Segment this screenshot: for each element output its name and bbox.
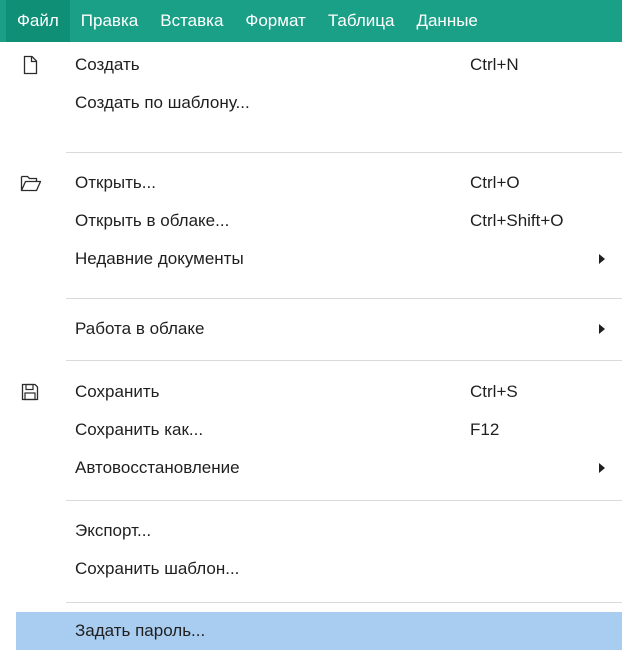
submenu-arrow-icon bbox=[599, 463, 605, 473]
menu-item-cloud-work[interactable]: Работа в облаке bbox=[0, 310, 622, 348]
menu-item-set-password[interactable]: Задать пароль... bbox=[16, 612, 622, 650]
menu-separator bbox=[66, 500, 622, 501]
menu-separator bbox=[66, 152, 622, 153]
open-folder-icon bbox=[20, 173, 42, 193]
menu-item-recent-documents[interactable]: Недавние документы bbox=[0, 240, 622, 278]
menu-item-open[interactable]: Открыть... Ctrl+O bbox=[0, 164, 622, 202]
submenu-arrow-icon bbox=[599, 324, 605, 334]
menu-item-label: Сохранить как... bbox=[75, 420, 204, 439]
menu-item-save-template[interactable]: Сохранить шаблон... bbox=[0, 550, 622, 588]
menu-item-shortcut: Ctrl+O bbox=[470, 173, 520, 192]
menu-separator bbox=[66, 602, 622, 603]
menu-item-label: Создать по шаблону... bbox=[75, 93, 250, 112]
menubar-insert[interactable]: Вставка bbox=[149, 0, 234, 42]
menu-item-label: Открыть... bbox=[75, 173, 156, 192]
menu-item-create-from-template[interactable]: Создать по шаблону... bbox=[0, 84, 622, 122]
menu-separator bbox=[66, 360, 622, 361]
menu-item-label: Сохранить bbox=[75, 382, 160, 401]
menu-bar: Файл Правка Вставка Формат Таблица Данны… bbox=[0, 0, 622, 42]
submenu-arrow-icon bbox=[599, 254, 605, 264]
menu-item-shortcut: Ctrl+N bbox=[470, 55, 519, 74]
menu-item-label: Сохранить шаблон... bbox=[75, 559, 240, 578]
menu-item-shortcut: F12 bbox=[470, 420, 500, 439]
menubar-format[interactable]: Формат bbox=[234, 0, 316, 42]
menu-item-label: Открыть в облаке... bbox=[75, 211, 230, 230]
menubar-file[interactable]: Файл bbox=[6, 0, 70, 42]
menu-separator bbox=[66, 298, 622, 299]
save-disk-icon bbox=[20, 382, 40, 402]
menu-item-label: Автовосстановление bbox=[75, 458, 240, 477]
file-menu-dropdown: Создать Ctrl+N Создать по шаблону... Отк… bbox=[0, 42, 622, 657]
menu-item-label: Работа в облаке bbox=[75, 319, 205, 338]
menu-item-save[interactable]: Сохранить Ctrl+S bbox=[0, 373, 622, 411]
menu-item-shortcut: Ctrl+Shift+O bbox=[470, 211, 564, 230]
menu-item-label: Экспорт... bbox=[75, 521, 152, 540]
menu-item-create[interactable]: Создать Ctrl+N bbox=[0, 46, 622, 84]
menubar-data[interactable]: Данные bbox=[405, 0, 488, 42]
menu-item-open-in-cloud[interactable]: Открыть в облаке... Ctrl+Shift+O bbox=[0, 202, 622, 240]
menu-item-label: Создать bbox=[75, 55, 140, 74]
menu-item-label: Задать пароль... bbox=[75, 621, 206, 640]
menubar-edit[interactable]: Правка bbox=[70, 0, 149, 42]
menu-item-shortcut: Ctrl+S bbox=[470, 382, 518, 401]
menu-item-save-as[interactable]: Сохранить как... F12 bbox=[0, 411, 622, 449]
menu-item-autorecovery[interactable]: Автовосстановление bbox=[0, 449, 622, 487]
menu-item-label: Недавние документы bbox=[75, 249, 244, 268]
menubar-table[interactable]: Таблица bbox=[317, 0, 406, 42]
menu-item-export[interactable]: Экспорт... bbox=[0, 512, 622, 550]
new-document-icon bbox=[20, 55, 40, 75]
